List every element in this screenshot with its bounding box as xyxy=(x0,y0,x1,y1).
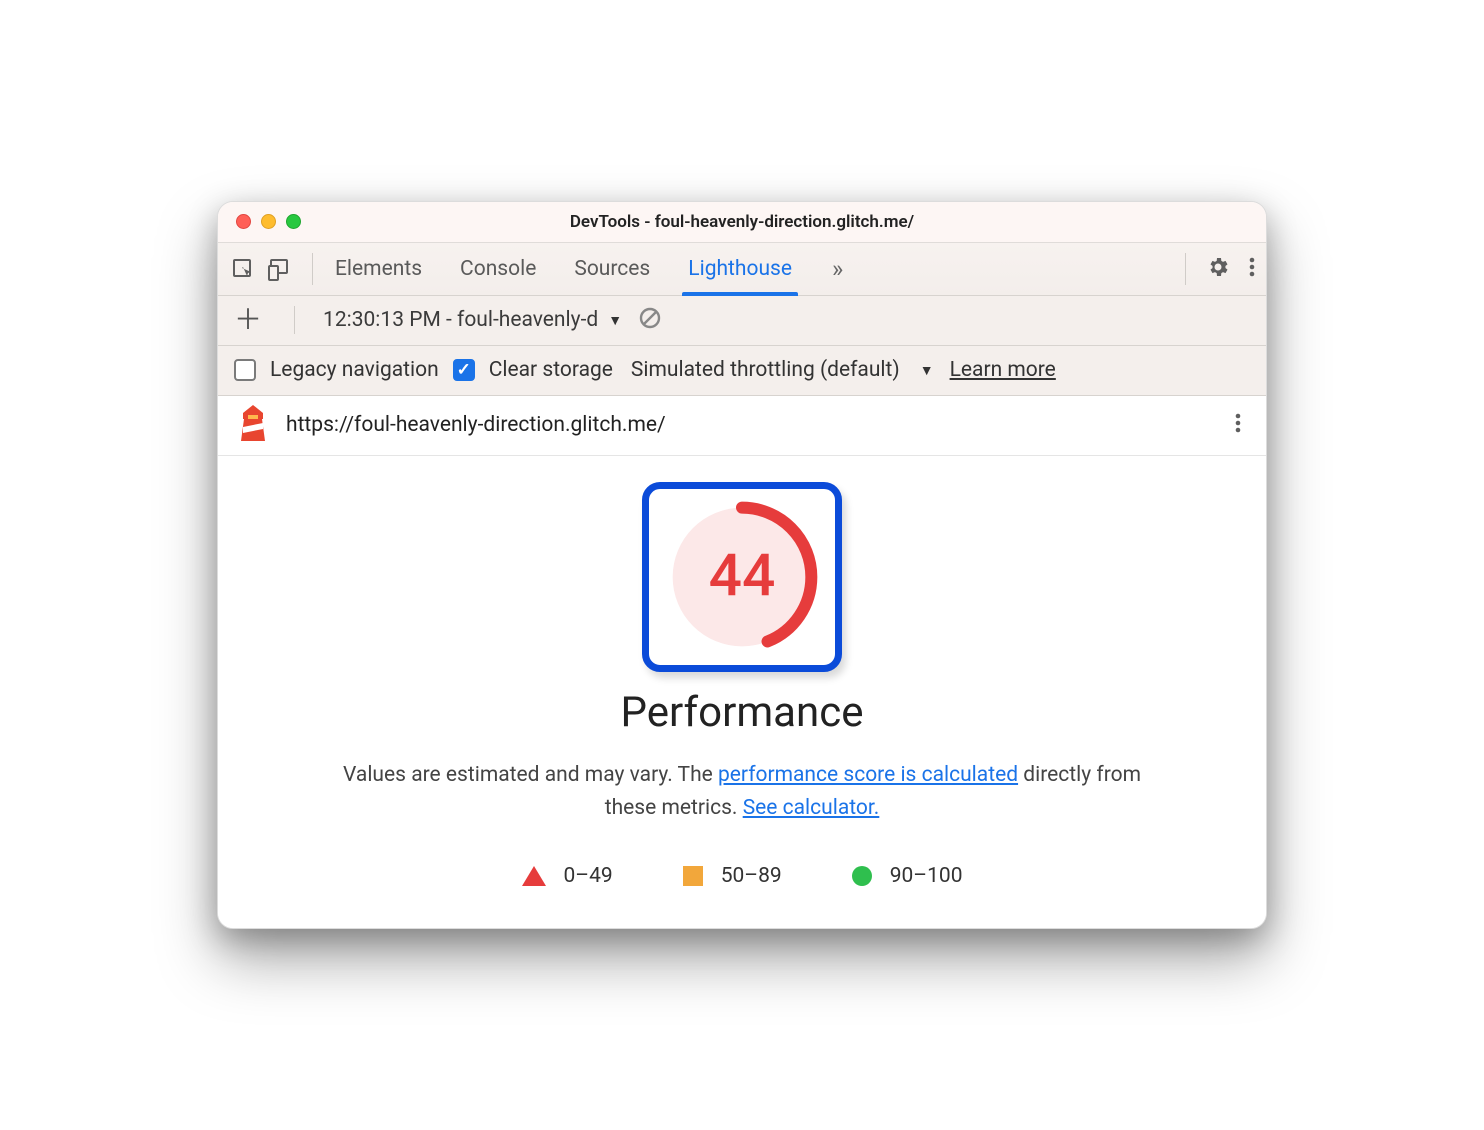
desc-text-1: Values are estimated and may vary. The xyxy=(343,763,718,787)
performance-score-value: 44 xyxy=(709,543,776,611)
main-toolbar: Elements Console Sources Lighthouse » xyxy=(218,242,1266,296)
throttling-select[interactable]: Simulated throttling (default) xyxy=(631,358,900,382)
legend-average-range: 50–89 xyxy=(721,864,782,888)
divider xyxy=(312,253,313,285)
report-menu-icon[interactable] xyxy=(1234,411,1242,439)
circle-pass-icon xyxy=(852,866,872,886)
settings-gear-icon[interactable] xyxy=(1206,255,1230,283)
zoom-window-button[interactable] xyxy=(286,214,301,229)
more-tabs-icon[interactable]: » xyxy=(826,255,849,283)
score-legend: 0–49 50–89 90–100 xyxy=(248,864,1236,888)
run-selection-label[interactable]: 12:30:13 PM - foul-heavenly-d xyxy=(323,308,598,332)
performance-description: Values are estimated and may vary. The p… xyxy=(332,759,1152,824)
divider xyxy=(294,306,295,334)
panel-tabs: Elements Console Sources Lighthouse » xyxy=(331,245,1173,293)
report-url: https://foul-heavenly-direction.glitch.m… xyxy=(286,413,1216,437)
report-content: 44 Performance Values are estimated and … xyxy=(218,456,1266,928)
inspect-element-icon[interactable] xyxy=(228,254,258,284)
tab-elements[interactable]: Elements xyxy=(331,245,426,293)
toolbar-right xyxy=(1206,255,1256,283)
divider xyxy=(1185,253,1186,285)
legend-fail-range: 0–49 xyxy=(564,864,613,888)
tab-lighthouse[interactable]: Lighthouse xyxy=(684,245,796,293)
legend-pass: 90–100 xyxy=(852,864,963,888)
performance-gauge[interactable]: 44 xyxy=(662,497,822,657)
performance-category-title: Performance xyxy=(248,688,1236,737)
clear-run-icon[interactable] xyxy=(638,306,662,334)
report-url-bar: https://foul-heavenly-direction.glitch.m… xyxy=(218,396,1266,456)
new-run-button[interactable]: ＋ xyxy=(230,306,266,334)
minimize-window-button[interactable] xyxy=(261,214,276,229)
clear-storage-checkbox[interactable] xyxy=(453,359,475,381)
window-title: DevTools - foul-heavenly-direction.glitc… xyxy=(218,212,1266,232)
score-calc-link[interactable]: performance score is calculated xyxy=(718,763,1018,787)
traffic-lights xyxy=(218,214,301,229)
lighthouse-settings-bar: Legacy navigation Clear storage Simulate… xyxy=(218,346,1266,396)
legacy-navigation-label: Legacy navigation xyxy=(270,358,439,382)
calculator-link[interactable]: See calculator. xyxy=(743,796,880,820)
legend-pass-range: 90–100 xyxy=(890,864,963,888)
square-average-icon xyxy=(683,866,703,886)
learn-more-link[interactable]: Learn more xyxy=(950,358,1056,382)
performance-gauge-highlight: 44 xyxy=(642,482,842,672)
triangle-fail-icon xyxy=(522,866,546,886)
devtools-window: DevTools - foul-heavenly-direction.glitc… xyxy=(217,201,1267,929)
device-toolbar-icon[interactable] xyxy=(264,254,294,284)
throttling-label: Simulated throttling (default) xyxy=(631,358,900,382)
lighthouse-run-bar: ＋ 12:30:13 PM - foul-heavenly-d ▼ xyxy=(218,296,1266,346)
legend-fail: 0–49 xyxy=(522,864,613,888)
throttling-dropdown-icon[interactable]: ▼ xyxy=(920,362,934,379)
tab-sources[interactable]: Sources xyxy=(570,245,654,293)
clear-storage-label: Clear storage xyxy=(489,358,613,382)
tab-console[interactable]: Console xyxy=(456,245,540,293)
titlebar: DevTools - foul-heavenly-direction.glitc… xyxy=(218,202,1266,242)
lighthouse-logo-icon xyxy=(238,405,268,445)
run-dropdown-icon[interactable]: ▼ xyxy=(608,312,622,329)
legend-average: 50–89 xyxy=(683,864,782,888)
more-options-icon[interactable] xyxy=(1248,255,1256,283)
legacy-navigation-checkbox[interactable] xyxy=(234,359,256,381)
close-window-button[interactable] xyxy=(236,214,251,229)
